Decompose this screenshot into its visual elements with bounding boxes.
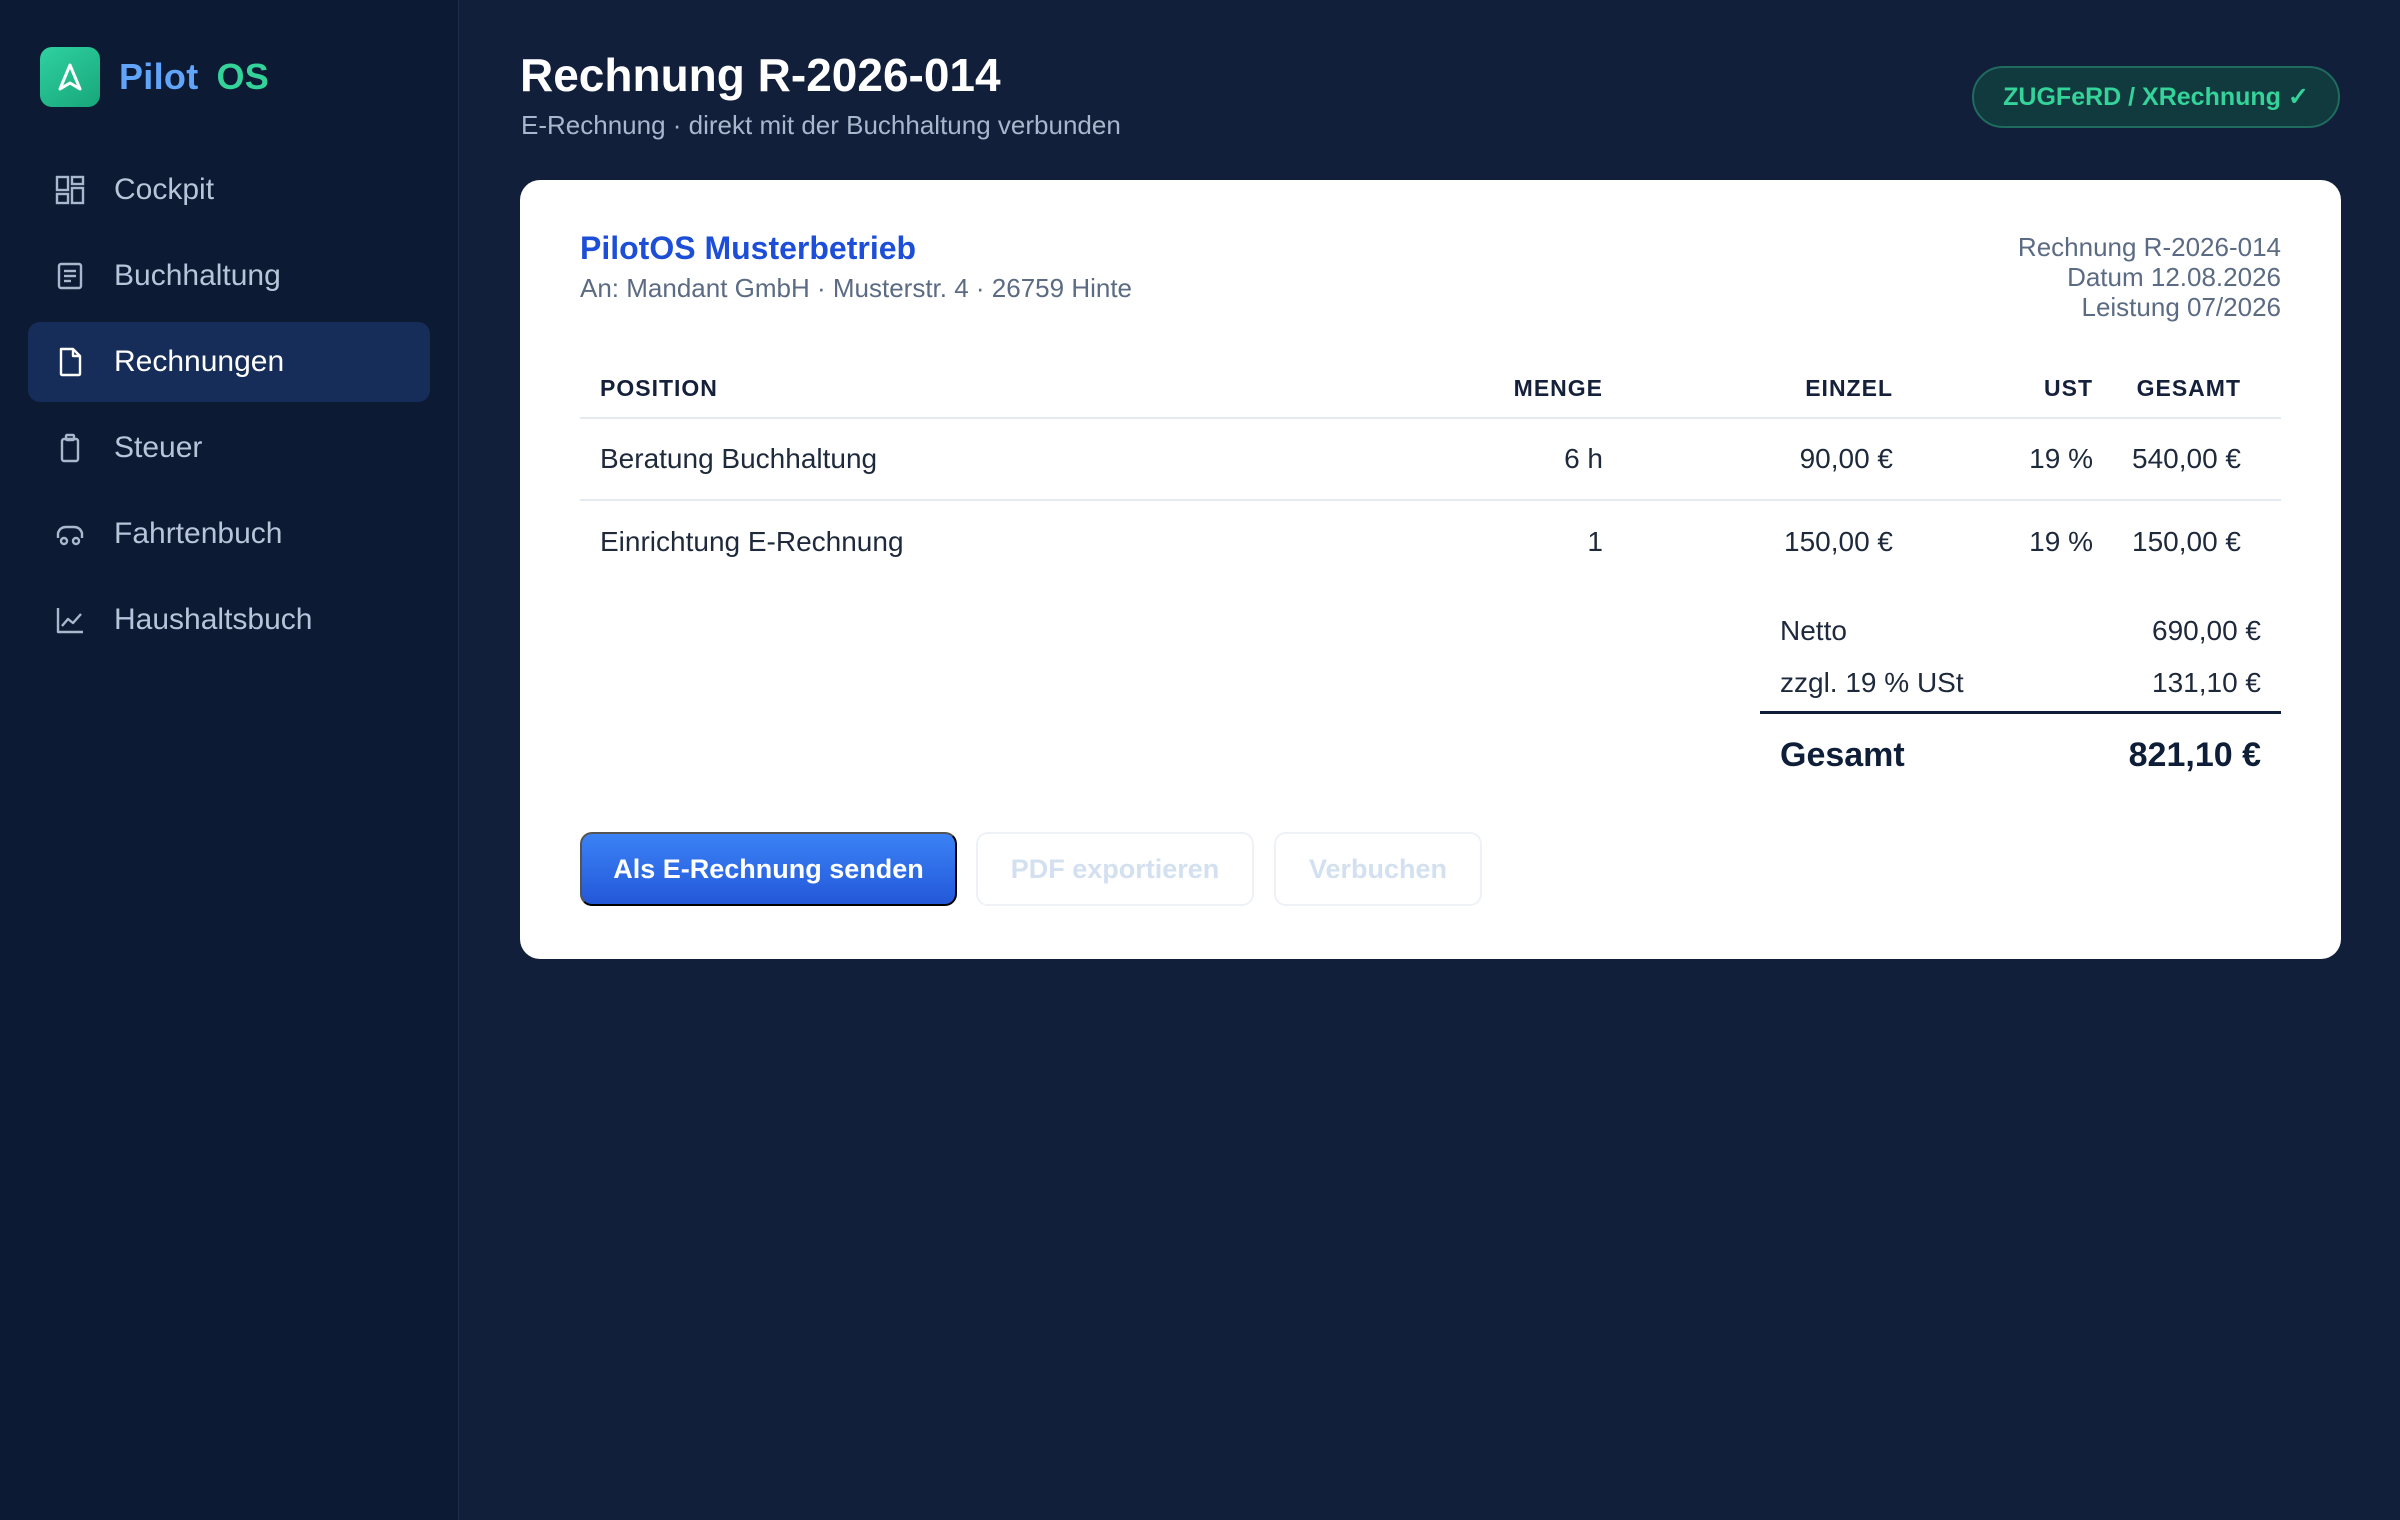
book-invoice-button[interactable]: Verbuchen (1274, 832, 1482, 906)
clipboard-icon (52, 430, 88, 466)
sidebar-item-label: Cockpit (114, 173, 215, 206)
sidebar-item-label: Haushaltsbuch (114, 603, 313, 636)
car-icon (52, 516, 88, 552)
cell-quantity: 1 (1587, 526, 1603, 557)
invoice-meta: Rechnung R-2026-014 Datum 12.08.2026 Lei… (2018, 232, 2281, 322)
company-name: PilotOS Musterbetrieb (580, 230, 917, 266)
ledger-icon (52, 258, 88, 294)
send-einvoice-button[interactable]: Als E-Rechnung senden (580, 832, 957, 906)
column-header-unit-price: EINZEL (1805, 375, 1893, 401)
app-name: Pilot OS (119, 56, 269, 98)
document-icon (52, 344, 88, 380)
app-name-os: OS (216, 56, 270, 97)
sidebar-item-cockpit[interactable]: Cockpit (28, 150, 430, 230)
app-name-pilot: Pilot (119, 56, 199, 97)
sidebar-item-label: Fahrtenbuch (114, 517, 283, 550)
cell-position: Einrichtung E-Rechnung (600, 526, 904, 557)
column-header-vat: UST (2044, 375, 2093, 401)
page-subtitle: E-Rechnung · direkt mit der Buchhaltung … (521, 110, 1121, 140)
vat-label: zzgl. 19 % USt (1780, 667, 1964, 698)
net-value: 690,00 € (2152, 615, 2261, 646)
sidebar-item-buchhaltung[interactable]: Buchhaltung (28, 236, 430, 316)
vat-value: 131,10 € (2152, 667, 2261, 698)
invoice-service-period: Leistung 07/2026 (2081, 292, 2281, 322)
app-logo-icon (40, 47, 100, 107)
invoice-totals: Netto 690,00 € zzgl. 19 % USt 131,10 € G… (1760, 605, 2281, 796)
brand[interactable]: Pilot OS (40, 47, 269, 107)
sidebar-nav: Cockpit Buchhaltung Rechnungen Steuer Fa… (28, 150, 430, 666)
cell-vat: 19 % (2029, 443, 2093, 474)
invoice-items-table: POSITION MENGE EINZEL UST GESAMT Beratun… (580, 360, 2281, 583)
cell-total: 150,00 € (2132, 526, 2241, 557)
sidebar-item-fahrtenbuch[interactable]: Fahrtenbuch (28, 494, 430, 574)
sidebar: Pilot OS Cockpit Buchhaltung Rechnungen … (0, 0, 459, 1520)
invoice-card: PilotOS Musterbetrieb An: Mandant GmbH ·… (520, 180, 2341, 959)
net-total-row: Netto 690,00 € (1760, 605, 2281, 657)
net-label: Netto (1780, 615, 1847, 646)
cell-unit-price: 150,00 € (1784, 526, 1893, 557)
export-pdf-button[interactable]: PDF exportieren (976, 832, 1254, 906)
cell-position: Beratung Buchhaltung (600, 443, 878, 474)
sidebar-item-rechnungen[interactable]: Rechnungen (28, 322, 430, 402)
column-header-quantity: MENGE (1513, 375, 1603, 401)
cell-quantity: 6 h (1564, 443, 1603, 474)
table-row[interactable]: Beratung Buchhaltung 6 h 90,00 € 19 % 54… (580, 419, 2281, 501)
column-header-position: POSITION (600, 375, 718, 401)
sidebar-item-haushaltsbuch[interactable]: Haushaltsbuch (28, 580, 430, 660)
table-header: POSITION MENGE EINZEL UST GESAMT (580, 360, 2281, 419)
grand-total-value: 821,10 € (2128, 735, 2261, 774)
invoice-number: Rechnung R-2026-014 (2017, 232, 2281, 262)
page-title: Rechnung R-2026-014 (520, 49, 1001, 101)
einvoice-format-badge: ZUGFeRD / XRechnung ✓ (1972, 66, 2340, 128)
invoice-date: Datum 12.08.2026 (2067, 262, 2281, 292)
sidebar-item-steuer[interactable]: Steuer (28, 408, 430, 488)
cell-total: 540,00 € (2132, 443, 2241, 474)
column-header-total: GESAMT (2136, 375, 2241, 401)
sidebar-item-label: Steuer (114, 431, 203, 464)
table-row[interactable]: Einrichtung E-Rechnung 1 150,00 € 19 % 1… (580, 501, 2281, 583)
cell-vat: 19 % (2029, 526, 2093, 557)
dashboard-icon (52, 172, 88, 208)
sidebar-item-label: Rechnungen (114, 345, 285, 378)
cell-unit-price: 90,00 € (1799, 443, 1893, 474)
grand-total-label: Gesamt (1780, 735, 1905, 774)
sidebar-item-label: Buchhaltung (114, 259, 281, 292)
vat-total-row: zzgl. 19 % USt 131,10 € (1760, 657, 2281, 709)
chart-line-icon (52, 602, 88, 638)
invoice-recipient: An: Mandant GmbH · Musterstr. 4 · 26759 … (580, 273, 1133, 303)
grand-total-row: Gesamt 821,10 € (1760, 714, 2281, 796)
